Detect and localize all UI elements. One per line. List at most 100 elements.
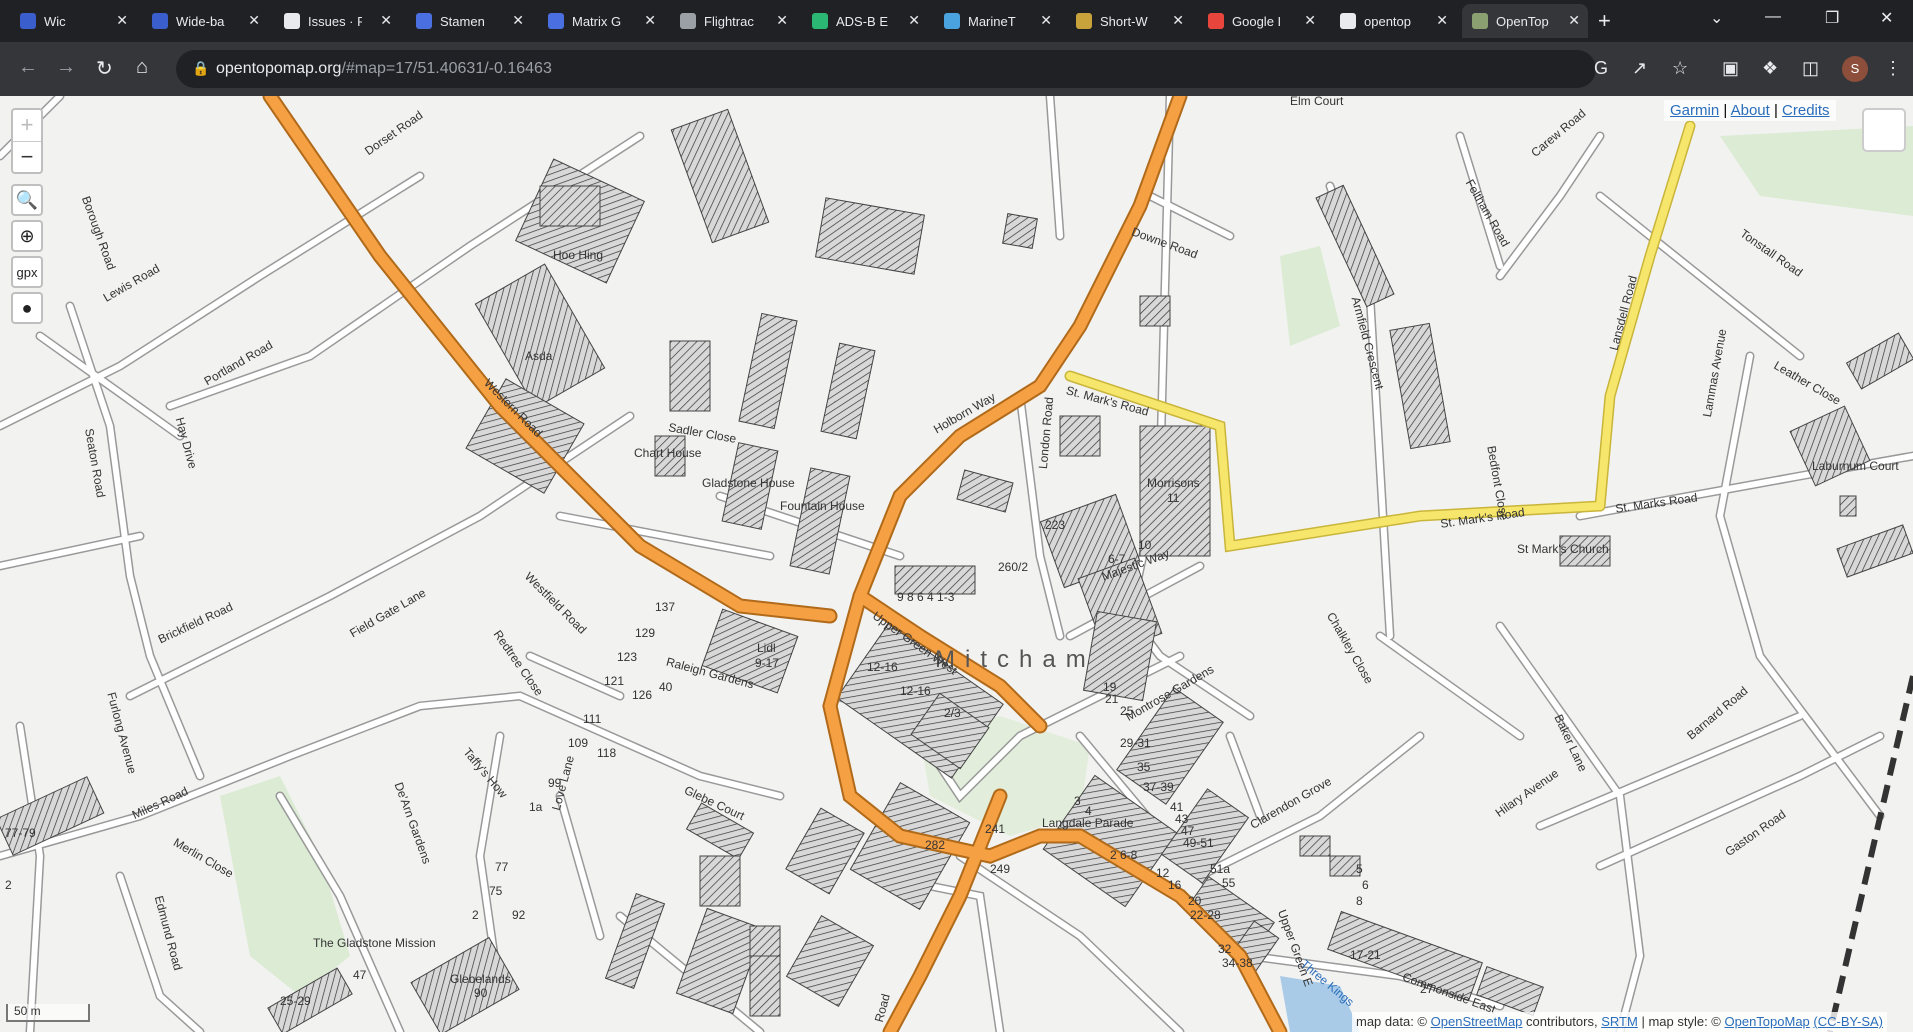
- browser-tab[interactable]: Google I ✕: [1198, 4, 1324, 38]
- puzzle-icon[interactable]: ❖: [1762, 58, 1778, 79]
- browser-tab[interactable]: Wide-ba ✕: [142, 4, 268, 38]
- locate-button[interactable]: ⊕: [11, 220, 43, 252]
- house-number: 249: [990, 862, 1011, 876]
- browser-tab[interactable]: Short-W ✕: [1066, 4, 1192, 38]
- tab-favicon-icon: [152, 13, 168, 29]
- tab-close-icon[interactable]: ✕: [1568, 12, 1580, 29]
- tab-title: Matrix G: [572, 13, 622, 29]
- house-number: 92: [512, 908, 526, 922]
- osm-link[interactable]: OpenStreetMap: [1431, 1014, 1523, 1029]
- tab-close-icon[interactable]: ✕: [512, 12, 524, 29]
- browser-tab[interactable]: MarineT ✕: [934, 4, 1060, 38]
- house-number: 77: [495, 860, 509, 874]
- lock-icon[interactable]: 🔒: [192, 60, 209, 77]
- back-arrow-icon[interactable]: ←: [18, 56, 38, 79]
- close-window-icon[interactable]: ✕: [1880, 8, 1893, 28]
- building-label: Hoo Hing: [553, 248, 604, 262]
- town-label: Mitcham: [935, 646, 1096, 673]
- tab-search-icon[interactable]: ⌄: [1710, 8, 1723, 28]
- scale-bar: 50 m: [6, 1004, 90, 1022]
- tab-favicon-icon: [944, 13, 960, 29]
- marker-button[interactable]: ●: [11, 292, 43, 324]
- house-number: 12-16: [900, 684, 931, 698]
- tab-favicon-icon: [284, 13, 300, 29]
- browser-tab[interactable]: ADS-B E ✕: [802, 4, 928, 38]
- house-number: 29-31: [1120, 736, 1151, 750]
- tab-close-icon[interactable]: ✕: [1436, 12, 1448, 29]
- tab-strip: Wic ✕ Wide-ba ✕ Issues · F ✕ Stamen ✕ Matrix G ✕ F…: [0, 0, 1913, 42]
- menu-kebab-icon[interactable]: ⋮: [1884, 58, 1902, 79]
- tab-close-icon[interactable]: ✕: [1040, 12, 1052, 29]
- tab-favicon-icon: [20, 13, 36, 29]
- zoom-in-button[interactable]: +: [13, 110, 41, 142]
- bookmark-star-icon[interactable]: ☆: [1672, 58, 1688, 79]
- srtm-link[interactable]: SRTM: [1601, 1014, 1638, 1029]
- tab-close-icon[interactable]: ✕: [248, 12, 260, 29]
- share-icon[interactable]: ↗: [1632, 58, 1647, 79]
- garmin-link[interactable]: Garmin: [1670, 102, 1719, 119]
- credits-link[interactable]: Credits: [1782, 102, 1830, 119]
- tab-close-icon[interactable]: ✕: [1304, 12, 1316, 29]
- tab-title: OpenTop: [1496, 13, 1549, 29]
- google-icon[interactable]: G: [1594, 58, 1608, 79]
- browser-tab[interactable]: Matrix G ✕: [538, 4, 664, 38]
- tab-close-icon[interactable]: ✕: [644, 12, 656, 29]
- address-bar[interactable]: 🔒 opentopomap.org/#map=17/51.40631/-0.16…: [176, 50, 1596, 88]
- building-label: Fountain House: [780, 499, 865, 513]
- gpx-button[interactable]: gpx: [11, 256, 43, 288]
- tab-title: opentop: [1364, 13, 1411, 29]
- layers-button[interactable]: [1862, 108, 1906, 152]
- otm-link[interactable]: OpenTopoMap: [1725, 1014, 1810, 1029]
- house-number: 2: [5, 878, 12, 892]
- tab-favicon-icon: [1472, 13, 1488, 29]
- browser-tab[interactable]: Issues · F ✕: [274, 4, 400, 38]
- browser-tab[interactable]: Flightrac ✕: [670, 4, 796, 38]
- tab-close-icon[interactable]: ✕: [1172, 12, 1184, 29]
- avatar[interactable]: S: [1842, 56, 1868, 82]
- building-label: Glebelands: [450, 972, 511, 986]
- tab-close-icon[interactable]: ✕: [908, 12, 920, 29]
- building-label: Asda: [525, 349, 553, 363]
- tab-title: Wide-ba: [176, 13, 225, 29]
- map-canvas[interactable]: Mitcham Western Road Holborn Way St. Mar…: [0, 96, 1913, 1032]
- house-number: 10: [1138, 538, 1152, 552]
- about-link[interactable]: About: [1731, 102, 1770, 119]
- attr-contrib: contributors,: [1526, 1014, 1598, 1029]
- extension-icon[interactable]: ▣: [1722, 58, 1739, 79]
- house-number: 21: [1105, 692, 1119, 706]
- url-text[interactable]: opentopomap.org/#map=17/51.40631/-0.1646…: [216, 60, 552, 78]
- building-label: Langdale Parade: [1042, 816, 1134, 830]
- tab-close-icon[interactable]: ✕: [380, 12, 392, 29]
- house-number: 25: [1120, 704, 1134, 718]
- reload-icon[interactable]: ↻: [96, 56, 113, 81]
- license-link[interactable]: (CC-BY-SA): [1813, 1014, 1883, 1029]
- minimize-icon[interactable]: —: [1765, 8, 1781, 26]
- tab-favicon-icon: [416, 13, 432, 29]
- tab-close-icon[interactable]: ✕: [776, 12, 788, 29]
- house-number: 55: [1222, 876, 1236, 890]
- browser-tab[interactable]: Stamen ✕: [406, 4, 532, 38]
- tab-favicon-icon: [812, 13, 828, 29]
- top-links: Garmin | About | Credits: [1664, 100, 1836, 121]
- house-number: 77-79: [5, 826, 36, 840]
- browser-tab[interactable]: opentop ✕: [1330, 4, 1456, 38]
- railway: [1827, 675, 1913, 1032]
- tab-favicon-icon: [680, 13, 696, 29]
- house-number: 109: [568, 736, 589, 750]
- browser-tab[interactable]: OpenTop ✕: [1462, 4, 1588, 38]
- browser-tab[interactable]: Wic ✕: [10, 4, 136, 38]
- restore-icon[interactable]: ❐: [1825, 8, 1839, 28]
- house-number: 2 6-8: [1110, 848, 1138, 862]
- attr-prefix: map data: ©: [1356, 1014, 1428, 1029]
- house-number: 35: [1137, 760, 1151, 774]
- new-tab-button[interactable]: +: [1598, 8, 1611, 34]
- zoom-out-button[interactable]: −: [13, 142, 41, 173]
- home-icon[interactable]: ⌂: [136, 56, 148, 79]
- sidepanel-icon[interactable]: ◫: [1802, 58, 1819, 79]
- search-button[interactable]: 🔍: [11, 184, 43, 216]
- tab-close-icon[interactable]: ✕: [116, 12, 128, 29]
- forward-arrow-icon[interactable]: →: [56, 56, 76, 79]
- house-number: 90: [474, 986, 488, 1000]
- map-tiles: [0, 96, 1913, 1032]
- tab-title: MarineT: [968, 13, 1016, 29]
